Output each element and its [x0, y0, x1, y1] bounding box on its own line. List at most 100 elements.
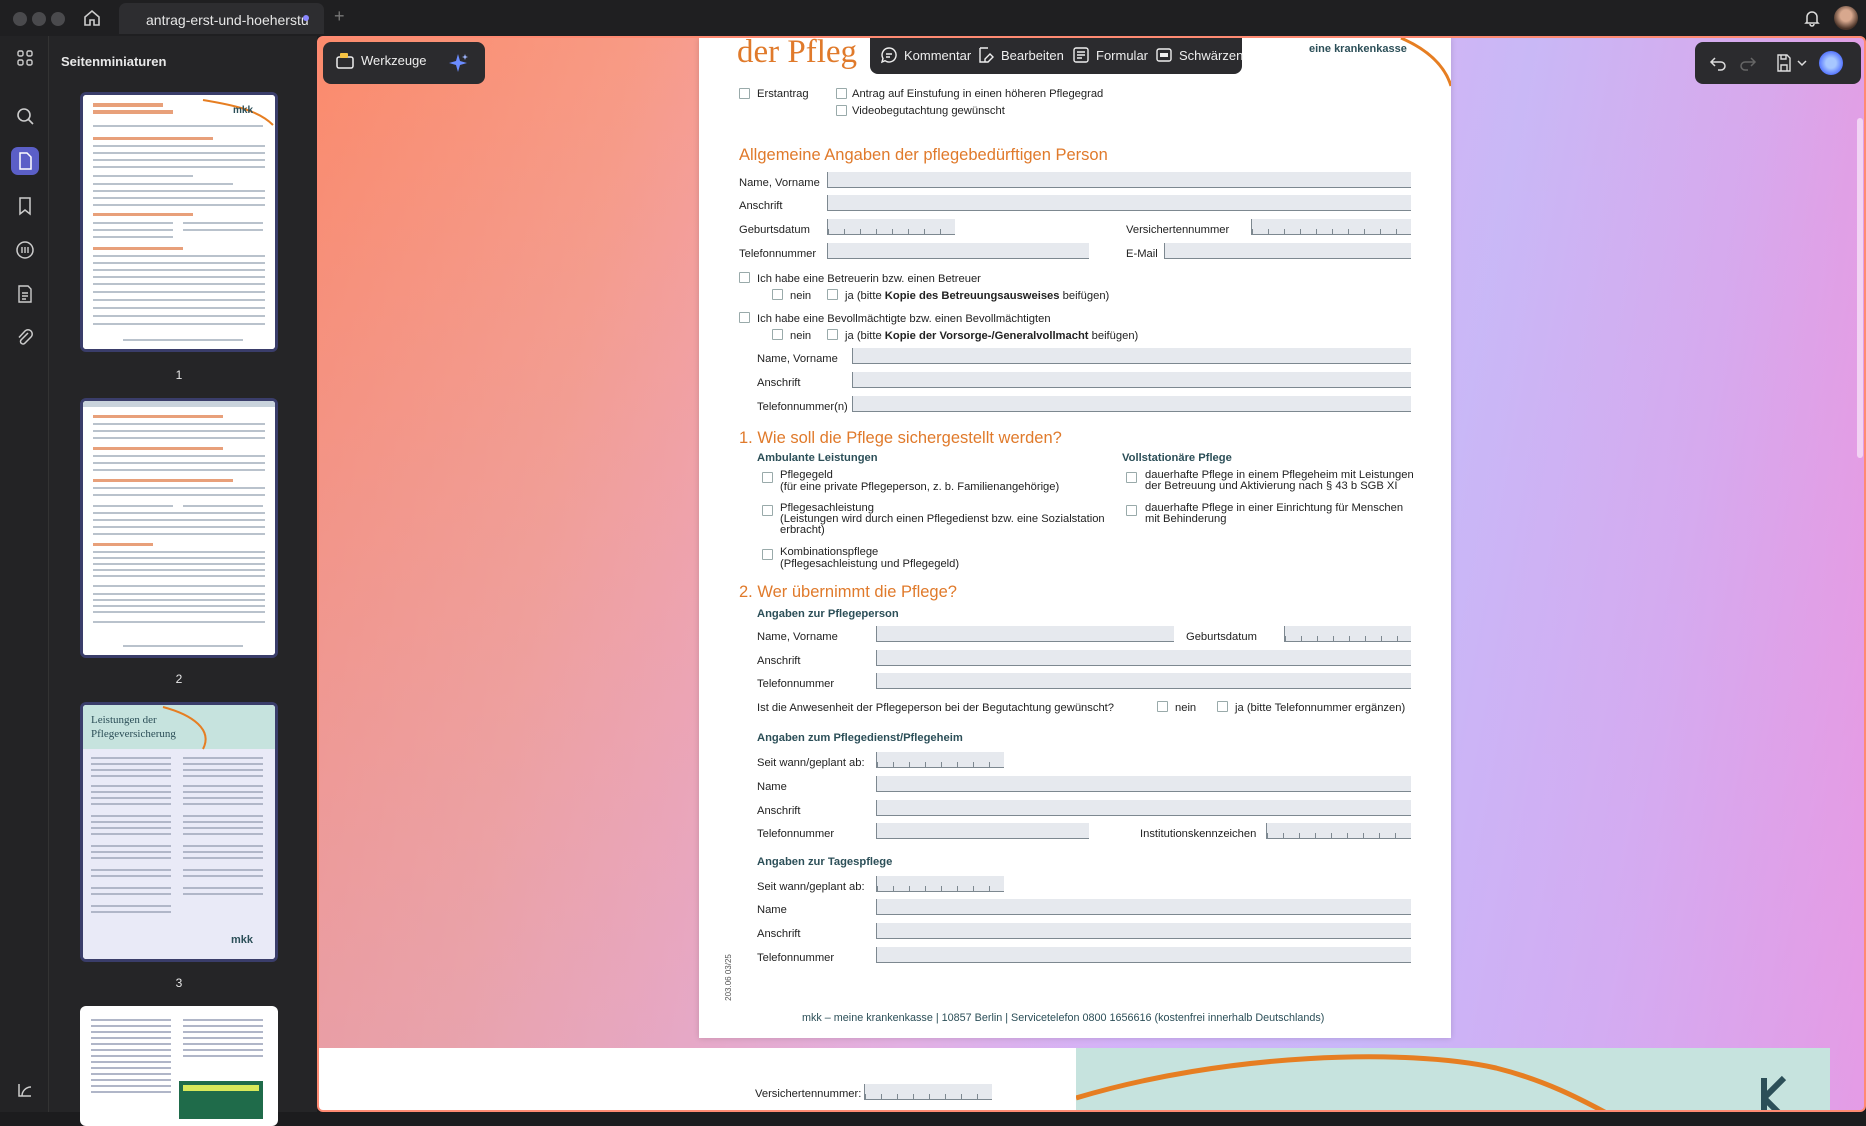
new-tab-plus-icon[interactable]: + — [334, 6, 345, 27]
sachleistung-checkbox[interactable] — [762, 505, 773, 516]
erstantrag-checkbox[interactable] — [739, 88, 750, 99]
voll-nein-checkbox[interactable] — [772, 329, 783, 340]
tp-since-field[interactable] — [876, 876, 1004, 892]
email-label: E-Mail — [1126, 248, 1158, 260]
vollstationaer-heading: Vollstationäre Pflege — [1122, 452, 1232, 464]
tp-phone-label: Telefonnummer — [757, 952, 835, 964]
anwesenheit-ja-label: ja (bitte Telefonnummer ergänzen) — [1235, 702, 1406, 714]
sachleistung-sub-1: (Leistungen wird durch einen Pflegediens… — [780, 513, 1105, 525]
page-thumbnail-4[interactable] — [80, 1006, 278, 1126]
pp-name-field[interactable] — [876, 626, 1174, 642]
tp-name-field[interactable] — [876, 899, 1411, 915]
thumb3-logo: mkk — [231, 934, 254, 946]
anwesenheit-label: Ist die Anwesenheit der Pflegeperson bei… — [757, 702, 1114, 714]
behinderung-checkbox[interactable] — [1126, 505, 1137, 516]
redact-button[interactable]: Schwärzen — [1155, 46, 1243, 64]
grid-icon — [17, 50, 33, 66]
next-page-field[interactable] — [864, 1084, 992, 1100]
voll-nein-label: nein — [790, 330, 812, 342]
pd-phone-field[interactable] — [876, 823, 1089, 839]
pp-address-field[interactable] — [876, 650, 1411, 666]
voll-phone-field[interactable] — [852, 396, 1411, 412]
minimize-window-button[interactable] — [32, 12, 46, 26]
comments-button[interactable] — [11, 236, 39, 264]
redo-icon[interactable] — [1739, 54, 1757, 72]
paperclip-icon — [18, 329, 33, 345]
email-field[interactable] — [1164, 243, 1411, 259]
heim-label-2: der Betreuung und Aktivierung nach § 43 … — [1145, 480, 1398, 492]
anwesenheit-ja-checkbox[interactable] — [1217, 701, 1228, 712]
viewer-scrollbar[interactable] — [1857, 118, 1863, 458]
kombi-sub: (Pflegesachleistung und Pflegegeld) — [780, 558, 960, 570]
thumb3-title-2: Pflegeversicherung — [91, 728, 176, 740]
sachleistung-sub-2: erbracht) — [780, 524, 825, 536]
video-checkbox[interactable] — [836, 105, 847, 116]
tp-address-field[interactable] — [876, 923, 1411, 939]
bookmarks-button[interactable] — [11, 192, 39, 220]
tp-phone-field[interactable] — [876, 947, 1411, 963]
address-field[interactable] — [827, 195, 1411, 211]
pd-name-label: Name — [757, 781, 787, 793]
edit-button[interactable]: Bearbeiten — [977, 46, 1064, 64]
chevron-down-icon[interactable] — [1797, 59, 1807, 67]
pp-birthdate-field[interactable] — [1284, 626, 1411, 642]
form-fields-button[interactable] — [11, 280, 39, 308]
institution-field[interactable] — [1266, 823, 1411, 839]
page-thumbnail-2[interactable] — [80, 398, 278, 658]
pp-phone-label: Telefonnummer — [757, 678, 835, 690]
voll-name-field[interactable] — [852, 348, 1411, 364]
decorative-curve — [1400, 38, 1451, 87]
pp-phone-field[interactable] — [876, 673, 1411, 689]
save-icon[interactable] — [1775, 53, 1793, 73]
left-icon-bar — [0, 36, 49, 1112]
pd-since-field[interactable] — [876, 752, 1004, 768]
ambulant-heading: Ambulante Leistungen — [757, 452, 878, 464]
bell-icon[interactable] — [1803, 9, 1821, 27]
document-viewer[interactable]: der Pfleg eine krankenkasse Erstantrag A… — [317, 36, 1866, 1112]
undo-icon[interactable] — [1709, 54, 1727, 72]
form-button[interactable]: Formular — [1072, 46, 1148, 64]
voll-address-field[interactable] — [852, 372, 1411, 388]
betreuer-ja-checkbox[interactable] — [827, 289, 838, 300]
video-label: Videobegutachtung gewünscht — [852, 105, 1005, 117]
voll-ja-checkbox[interactable] — [827, 329, 838, 340]
tagespflege-heading: Angaben zur Tagespflege — [757, 856, 893, 868]
app-menu-button[interactable] — [11, 1076, 39, 1104]
document-tab[interactable]: antrag-erst-und-hoeherstu — [119, 3, 324, 34]
heim-checkbox[interactable] — [1126, 472, 1137, 483]
search-button[interactable] — [11, 102, 39, 130]
pflegegeld-checkbox[interactable] — [762, 472, 773, 483]
tp-name-label: Name — [757, 904, 787, 916]
kombi-checkbox[interactable] — [762, 549, 773, 560]
page-number-3: 3 — [175, 976, 183, 990]
betreuer-nein-checkbox[interactable] — [772, 289, 783, 300]
anwesenheit-nein-checkbox[interactable] — [1157, 701, 1168, 712]
pp-birthdate-label: Geburtsdatum — [1186, 631, 1257, 643]
page-thumbnail-3[interactable]: Leistungen der Pflegeversicherung mkk — [80, 702, 278, 962]
tp-address-label: Anschrift — [757, 928, 801, 940]
betreuer-checkbox[interactable] — [739, 272, 750, 283]
insurance-number-field[interactable] — [1251, 219, 1411, 235]
thumbnails-button[interactable] — [11, 147, 39, 175]
pd-address-field[interactable] — [876, 800, 1411, 816]
comment-button[interactable]: Kommentar — [880, 46, 971, 64]
birthdate-field[interactable] — [827, 219, 955, 235]
user-avatar[interactable] — [1834, 6, 1858, 30]
zoom-window-button[interactable] — [51, 12, 65, 26]
hoeher-checkbox[interactable] — [836, 88, 847, 99]
phone-field[interactable] — [827, 243, 1089, 259]
bevollmaechtigt-checkbox[interactable] — [739, 312, 750, 323]
pd-name-field[interactable] — [876, 776, 1411, 792]
thumb-logo: mkk — [233, 105, 253, 116]
tools-button[interactable]: Werkzeuge — [335, 50, 427, 70]
ai-assistant-button[interactable] — [1819, 51, 1843, 75]
ai-sparkle-icon[interactable] — [447, 52, 469, 74]
close-window-button[interactable] — [13, 12, 27, 26]
bevollmaechtigt-label: Ich habe eine Bevollmächtigte bzw. einen… — [757, 313, 1051, 325]
home-icon[interactable] — [83, 9, 101, 27]
attachments-button[interactable] — [11, 324, 39, 352]
name-field[interactable] — [827, 172, 1411, 188]
grid-view-button[interactable] — [11, 44, 39, 72]
page-thumbnail-1[interactable]: mkk — [80, 92, 278, 352]
birthdate-label: Geburtsdatum — [739, 224, 810, 236]
